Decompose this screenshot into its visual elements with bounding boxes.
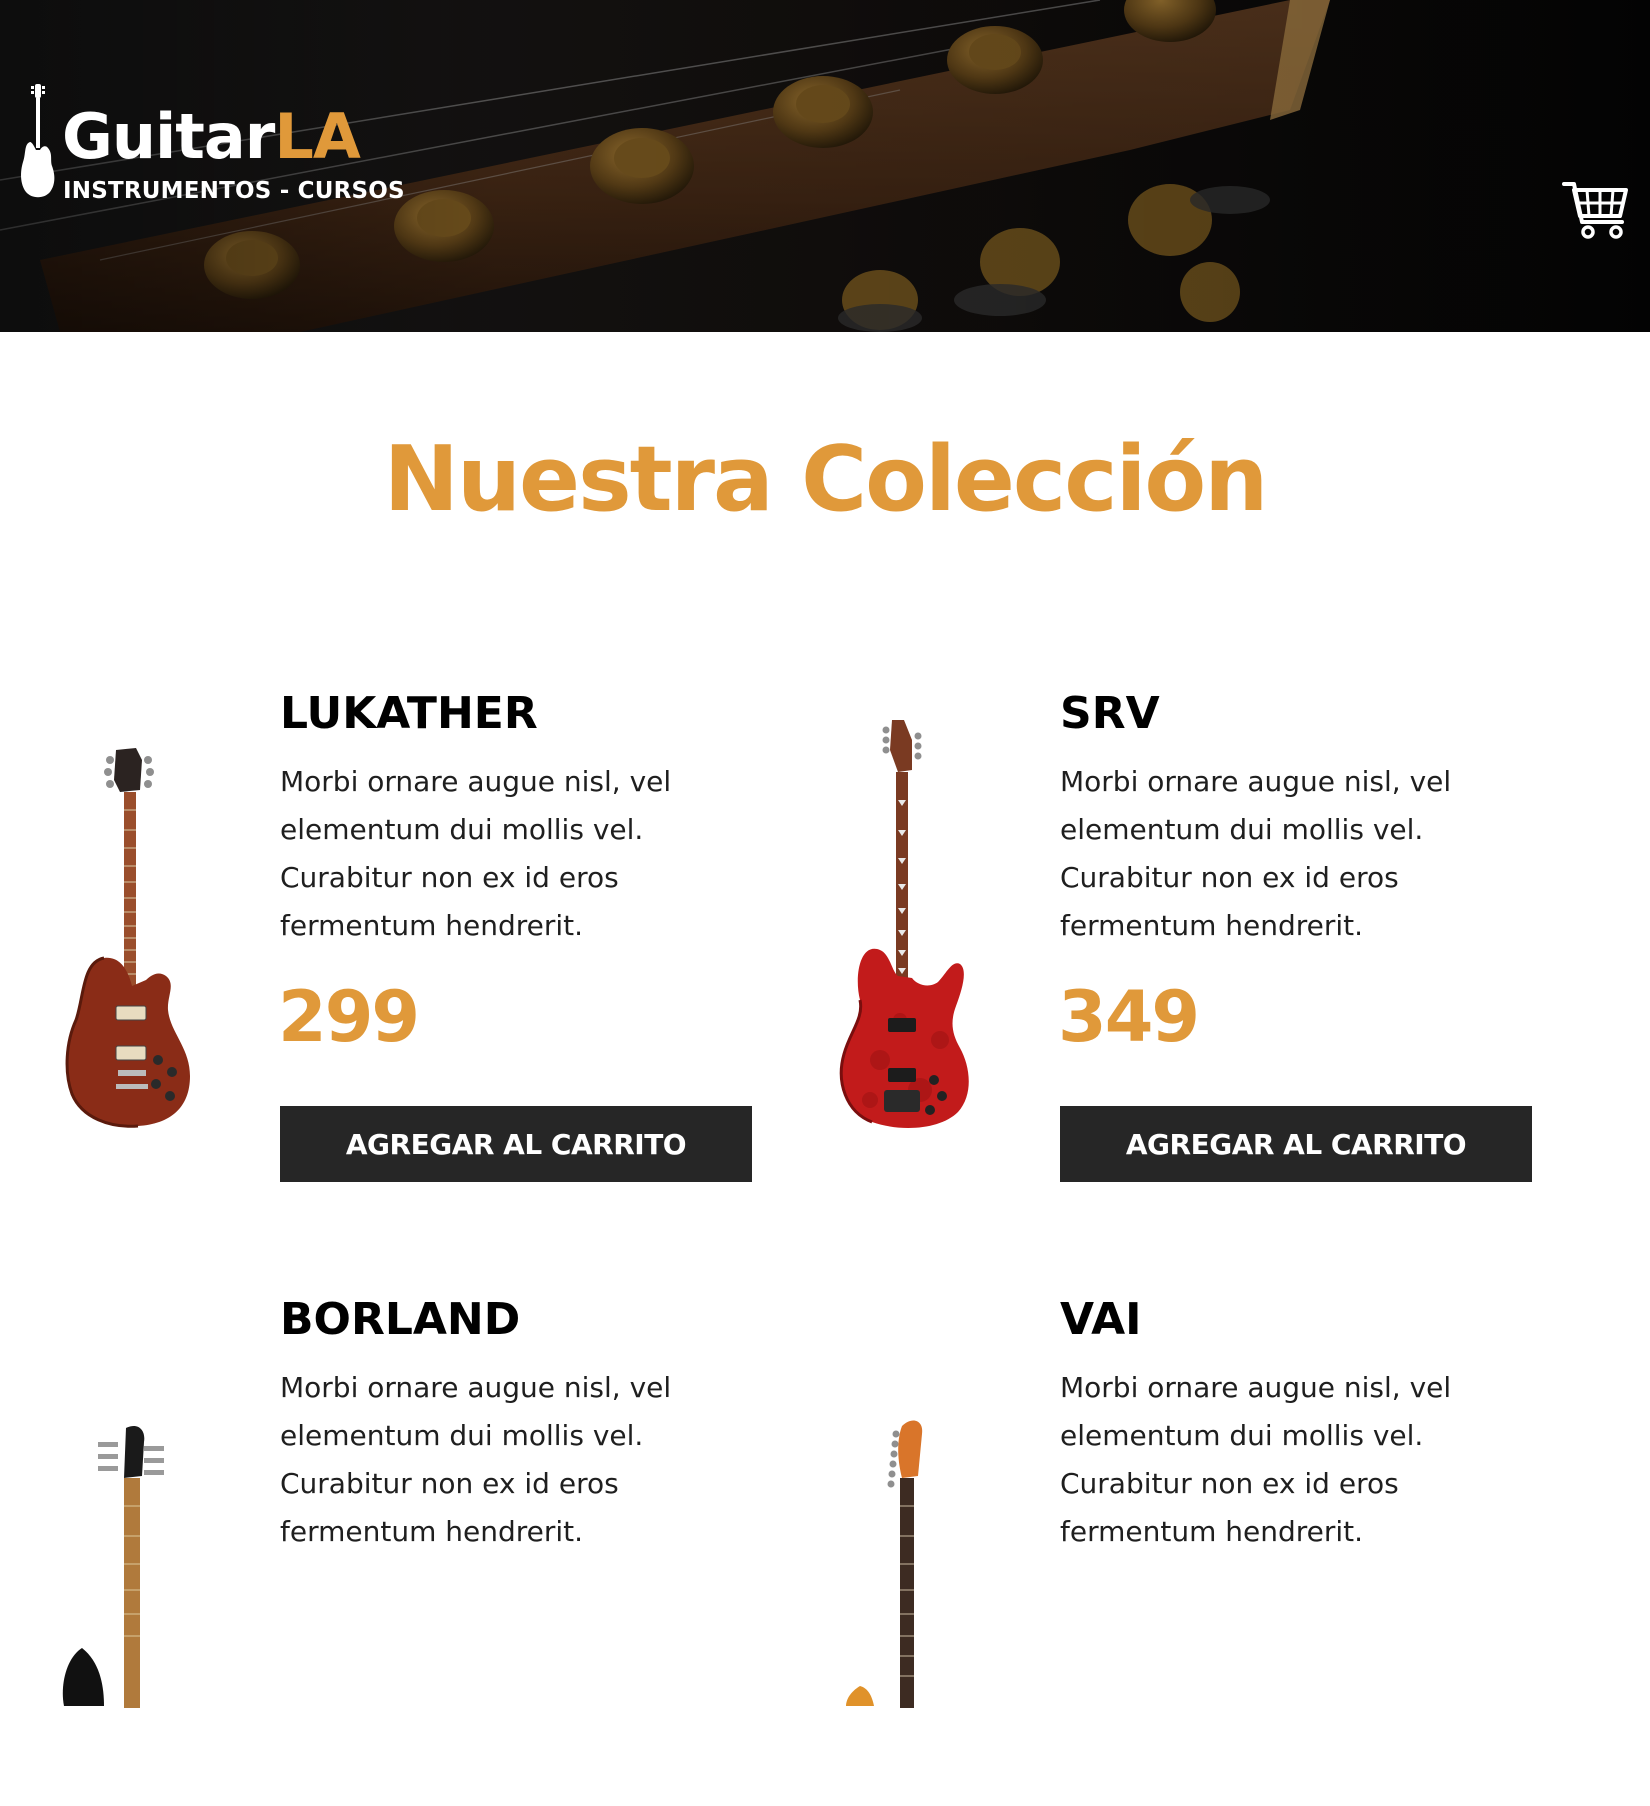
orange-guitar-image: [846, 1420, 923, 1708]
shopping-cart-icon: [1562, 182, 1628, 239]
product-price: 349: [1058, 976, 1200, 1058]
shopping-cart-button[interactable]: [1560, 178, 1632, 242]
product-description: Morbi ornare augue nisl, vel elementum d…: [280, 765, 672, 942]
product-description: Morbi ornare augue nisl, vel elementum d…: [1060, 765, 1452, 942]
red-superstrat-guitar-image: [839, 720, 969, 1128]
product-description: Morbi ornare augue nisl, vel elementum d…: [280, 1371, 672, 1548]
product-name: VAI: [1060, 1294, 1142, 1345]
product-price: 299: [278, 976, 420, 1058]
les-paul-guitar-image: [65, 748, 190, 1128]
product-card: LUKATHER Morbi ornare augue nisl, vel el…: [20, 680, 800, 1200]
product-name: SRV: [1060, 688, 1160, 739]
product-name: LUKATHER: [280, 688, 538, 739]
brand-name: GuitarLA: [62, 100, 361, 173]
site-header: GuitarLA INSTRUMENTOS - CURSOS: [0, 0, 1650, 332]
product-card: VAI Morbi ornare augue nisl, vel element…: [800, 1286, 1580, 1806]
guitar-logo-icon: [21, 84, 55, 198]
add-to-cart-button[interactable]: AGREGAR AL CARRITO: [1060, 1106, 1532, 1182]
brand-tagline: INSTRUMENTOS - CURSOS: [63, 178, 405, 204]
product-name: BORLAND: [280, 1294, 521, 1345]
product-card: SRV Morbi ornare augue nisl, vel element…: [800, 680, 1580, 1200]
product-description: Morbi ornare augue nisl, vel elementum d…: [1060, 1371, 1452, 1548]
section-title: Nuestra Colección: [383, 427, 1269, 532]
logo[interactable]: GuitarLA INSTRUMENTOS - CURSOS: [20, 84, 405, 204]
add-to-cart-button[interactable]: AGREGAR AL CARRITO: [280, 1106, 752, 1182]
product-card: BORLAND Morbi ornare augue nisl, vel ele…: [20, 1286, 800, 1806]
black-guitar-image: [62, 1425, 164, 1708]
